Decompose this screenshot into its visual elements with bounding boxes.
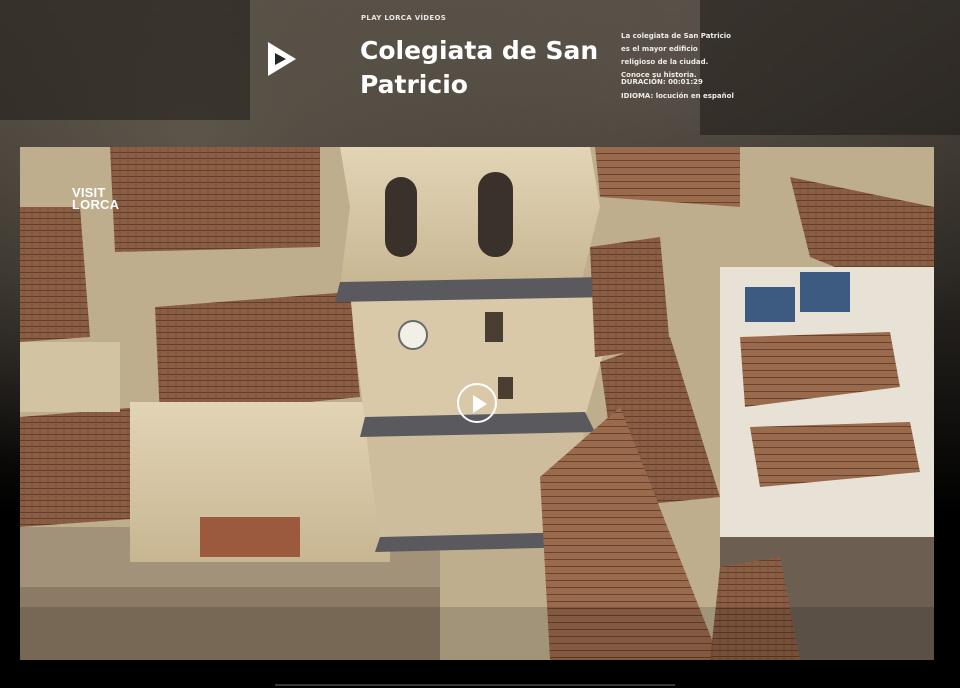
page-title: Colegiata de San Patricio (360, 36, 599, 99)
video-player[interactable]: VISIT LORCA (20, 147, 934, 660)
play-lorca-logo-icon[interactable] (266, 40, 298, 78)
eyebrow-label: PLAY LORCA VÍDEOS (361, 14, 447, 22)
visit-lorca-watermark: VISIT LORCA (72, 186, 120, 212)
play-icon[interactable] (457, 383, 497, 423)
duration-label: DURACIÓN: 00:01:29 (621, 78, 703, 86)
video-meta: DURACIÓN: 00:01:29 IDIOMA: locución en e… (621, 75, 761, 103)
watermark-line-2: LORCA (72, 197, 120, 212)
language-label: IDIOMA: locución en español (621, 92, 734, 100)
progress-track[interactable] (275, 684, 675, 686)
video-header: PLAY LORCA VÍDEOS Colegiata de San Patri… (0, 0, 960, 140)
